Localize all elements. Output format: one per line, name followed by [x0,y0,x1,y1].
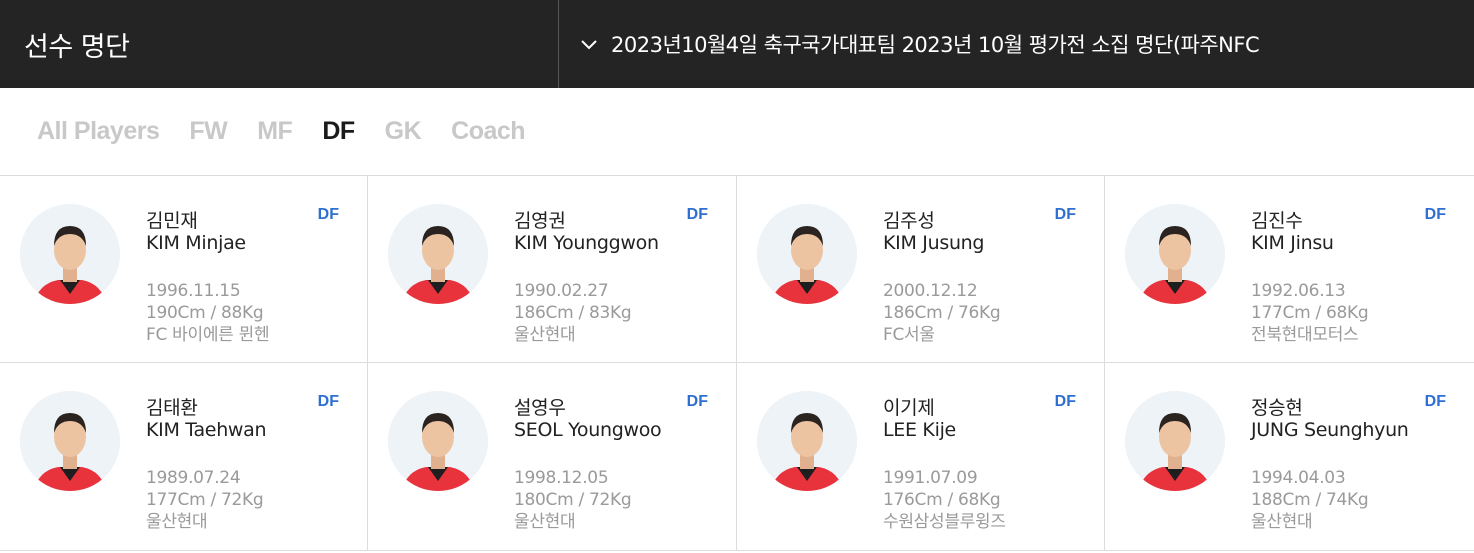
tab-coach[interactable]: Coach [451,117,525,146]
player-photo [388,391,488,491]
tab-all-players[interactable]: All Players [37,117,160,146]
player-name-ko: 이기제 [883,397,935,419]
player-card[interactable]: 김진수 KIM Jinsu DF 1992.06.13 177Cm / 68Kg… [1105,176,1474,363]
player-photo [388,204,488,304]
position-badge: DF [317,206,339,223]
player-name-en: SEOL Youngwoo [514,419,662,441]
player-body: 177Cm / 72Kg [146,490,264,510]
player-card[interactable]: 김주성 KIM Jusung DF 2000.12.12 186Cm / 76K… [737,176,1105,363]
player-meta: 1991.07.09 176Cm / 68Kg 수원삼성블루윙즈 [883,467,1006,533]
player-meta: 1994.04.03 188Cm / 74Kg 울산현대 [1251,467,1369,533]
tab-fw[interactable]: FW [189,117,227,146]
player-card[interactable]: 설영우 SEOL Youngwoo DF 1998.12.05 180Cm / … [368,363,737,551]
player-name-ko: 김민재 [146,210,198,232]
player-photo [1125,204,1225,304]
player-meta: 1990.02.27 186Cm / 83Kg 울산현대 [514,280,632,346]
player-card[interactable]: 김민재 KIM Minjae DF 1996.11.15 190Cm / 88K… [0,176,368,363]
player-birth: 1992.06.13 [1251,281,1346,301]
player-name-ko: 정승현 [1251,397,1303,419]
player-photo [20,204,120,304]
position-badge: DF [1424,206,1446,223]
position-tabs: All Players FW MF DF GK Coach [0,88,1474,176]
player-birth: 1994.04.03 [1251,468,1346,488]
player-meta: 1992.06.13 177Cm / 68Kg 전북현대모터스 [1251,280,1369,346]
player-body: 186Cm / 76Kg [883,303,1001,323]
player-name-en: KIM Minjae [146,232,246,254]
player-birth: 1996.11.15 [146,281,241,301]
page-title: 선수 명단 [0,0,559,88]
player-card[interactable]: 김태환 KIM Taehwan DF 1989.07.24 177Cm / 72… [0,363,368,551]
position-badge: DF [1054,206,1076,223]
player-name-ko: 설영우 [514,397,566,419]
player-meta: 2000.12.12 186Cm / 76Kg FC서울 [883,280,1001,346]
player-name-ko: 김영권 [514,210,566,232]
player-club: 울산현대 [514,325,576,345]
player-body: 188Cm / 74Kg [1251,490,1369,510]
player-name-en: LEE Kije [883,419,956,441]
player-club: 전북현대모터스 [1251,325,1359,345]
player-birth: 1990.02.27 [514,281,609,301]
player-name-en: KIM Taehwan [146,419,267,441]
player-card[interactable]: 김영권 KIM Younggwon DF 1990.02.27 186Cm / … [368,176,737,363]
top-bar: 선수 명단 2023년10월4일 축구국가대표팀 2023년 10월 평가전 소… [0,0,1474,88]
player-name-en: KIM Jusung [883,232,985,254]
position-badge: DF [1054,393,1076,410]
player-body: 177Cm / 68Kg [1251,303,1369,323]
player-club: FC 바이에른 뮌헨 [146,325,270,345]
player-photo [1125,391,1225,491]
player-body: 186Cm / 83Kg [514,303,632,323]
player-name-en: KIM Younggwon [514,232,659,254]
player-card[interactable]: 이기제 LEE Kije DF 1991.07.09 176Cm / 68Kg … [737,363,1105,551]
player-birth: 1991.07.09 [883,468,978,488]
tab-df[interactable]: DF [322,117,355,146]
player-card[interactable]: 정승현 JUNG Seunghyun DF 1994.04.03 188Cm /… [1105,363,1474,551]
player-name-ko: 김진수 [1251,210,1303,232]
player-body: 176Cm / 68Kg [883,490,1001,510]
player-photo [20,391,120,491]
player-club: 울산현대 [1251,512,1313,532]
player-meta: 1998.12.05 180Cm / 72Kg 울산현대 [514,467,632,533]
roster-select-dropdown[interactable]: 2023년10월4일 축구국가대표팀 2023년 10월 평가전 소집 명단(파… [559,0,1474,88]
player-body: 180Cm / 72Kg [514,490,632,510]
position-badge: DF [686,393,708,410]
player-name-en: KIM Jinsu [1251,232,1334,254]
position-badge: DF [686,206,708,223]
player-birth: 1989.07.24 [146,468,241,488]
player-grid: 김민재 KIM Minjae DF 1996.11.15 190Cm / 88K… [0,176,1474,551]
player-club: 수원삼성블루윙즈 [883,512,1006,532]
player-club: 울산현대 [514,512,576,532]
player-birth: 1998.12.05 [514,468,609,488]
tab-mf[interactable]: MF [257,117,293,146]
position-badge: DF [317,393,339,410]
player-body: 190Cm / 88Kg [146,303,264,323]
player-photo [757,204,857,304]
player-photo [757,391,857,491]
player-meta: 1989.07.24 177Cm / 72Kg 울산현대 [146,467,264,533]
chevron-down-icon [579,34,599,54]
player-club: FC서울 [883,325,935,345]
player-meta: 1996.11.15 190Cm / 88Kg FC 바이에른 뮌헨 [146,280,270,346]
roster-select-value: 2023년10월4일 축구국가대표팀 2023년 10월 평가전 소집 명단(파… [611,33,1260,57]
player-name-en: JUNG Seunghyun [1251,419,1409,441]
player-club: 울산현대 [146,512,208,532]
tab-gk[interactable]: GK [385,117,422,146]
player-name-ko: 김주성 [883,210,935,232]
player-name-ko: 김태환 [146,397,198,419]
position-badge: DF [1424,393,1446,410]
player-birth: 2000.12.12 [883,281,978,301]
